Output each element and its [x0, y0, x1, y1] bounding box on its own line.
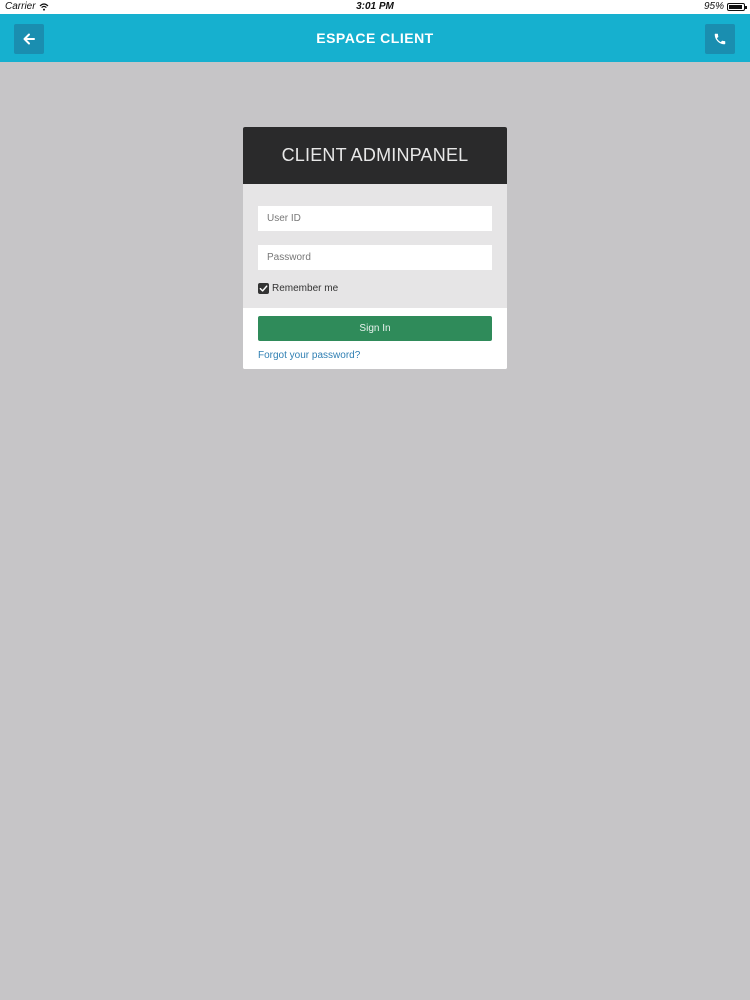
page-title: ESPACE CLIENT: [316, 30, 434, 46]
sign-in-button[interactable]: Sign In: [258, 316, 492, 341]
login-panel-header: CLIENT ADMINPANEL: [243, 127, 507, 184]
phone-icon: [714, 33, 726, 45]
status-bar: Carrier 3:01 PM 95%: [0, 0, 750, 14]
battery-indicator: 95%: [703, 1, 747, 12]
login-panel-title: CLIENT ADMINPANEL: [281, 145, 469, 165]
password-input[interactable]: [258, 245, 492, 270]
status-time: 3:01 PM: [356, 1, 394, 12]
remember-me-row: Remember me: [258, 283, 492, 294]
battery-icon: [727, 2, 747, 11]
forgot-password-link[interactable]: Forgot your password?: [258, 350, 492, 361]
call-button[interactable]: [705, 24, 735, 54]
navigation-bar: ESPACE CLIENT: [0, 14, 750, 62]
checkmark-icon: [259, 285, 268, 292]
login-panel: CLIENT ADMINPANEL Remember me Sign In Fo…: [243, 127, 507, 369]
user-id-input[interactable]: [258, 206, 492, 231]
remember-me-label[interactable]: Remember me: [272, 283, 338, 294]
remember-me-checkbox[interactable]: [258, 283, 269, 294]
login-form: Remember me: [243, 184, 507, 308]
login-actions: Sign In Forgot your password?: [243, 308, 507, 369]
battery-percentage: 95%: [703, 1, 724, 12]
